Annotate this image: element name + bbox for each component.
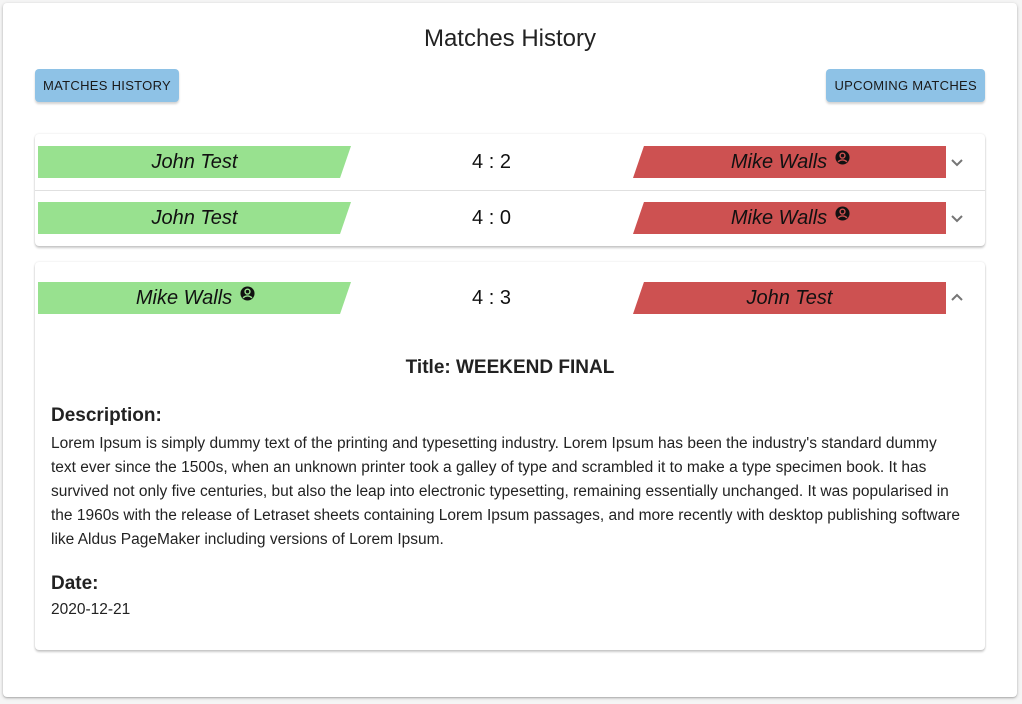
date-value: 2020-12-21 — [51, 601, 131, 618]
match-row[interactable]: John Test 4 : 2 Mike Walls — [35, 134, 985, 190]
user-circle-icon — [835, 149, 850, 165]
match-row[interactable]: John Test 4 : 0 Mike Walls — [35, 190, 985, 246]
page-title: Matches History — [423, 25, 597, 52]
user-circle-icon — [240, 285, 255, 301]
player-name: Mike Walls — [730, 150, 828, 173]
loser-player: Mike Walls — [633, 146, 946, 178]
player-name: John Test — [151, 206, 238, 229]
match-score: 4 : 0 — [472, 207, 511, 229]
match-score: 4 : 2 — [472, 151, 511, 173]
player-name: John Test — [151, 150, 238, 173]
chevron-down-icon[interactable] — [945, 206, 969, 230]
winner-player: John Test — [38, 202, 351, 234]
upcoming-matches-button[interactable]: UPCOMING MATCHES — [826, 69, 985, 102]
match-list: John Test 4 : 2 Mike Walls John Test 4 :… — [35, 134, 985, 246]
player-name: Mike Walls — [730, 206, 828, 229]
chevron-up-icon[interactable] — [945, 286, 969, 310]
player-name: Mike Walls — [135, 286, 233, 309]
match-row[interactable]: Mike Walls 4 : 3 John Test — [35, 270, 985, 326]
user-circle-icon — [835, 205, 850, 221]
description-label: Description: — [51, 405, 162, 426]
matches-card: Matches History MATCHES HISTORY UPCOMING… — [3, 3, 1017, 697]
player-name: John Test — [746, 286, 833, 309]
chevron-down-icon[interactable] — [945, 150, 969, 174]
winner-player: Mike Walls — [38, 282, 351, 314]
loser-player: Mike Walls — [633, 202, 946, 234]
match-title: Title: WEEKEND FINAL — [405, 357, 615, 378]
winner-player: John Test — [38, 146, 351, 178]
loser-player: John Test — [633, 282, 946, 314]
description-text: Lorem Ipsum is simply dummy text of the … — [51, 435, 960, 548]
date-label: Date: — [51, 573, 99, 594]
matches-history-button[interactable]: MATCHES HISTORY — [35, 69, 180, 102]
match-score: 4 : 3 — [472, 287, 511, 309]
expanded-match-panel: Mike Walls 4 : 3 John Test Title: WEEKEN… — [35, 262, 985, 650]
